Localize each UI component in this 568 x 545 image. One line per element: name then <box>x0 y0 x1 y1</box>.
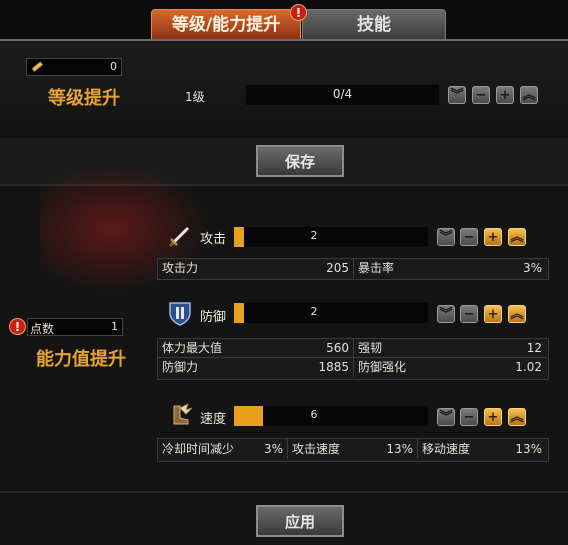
stat-cell: 防御强化 1.02 <box>354 358 546 377</box>
speed-plus-button[interactable]: + <box>484 408 502 426</box>
points-label: 点数 <box>30 322 55 336</box>
level-minus-button[interactable]: − <box>472 86 490 104</box>
attack-double-up-button[interactable]: ︽ <box>508 228 526 246</box>
defense-plus-button[interactable]: + <box>484 305 502 323</box>
tab-divider <box>0 39 568 41</box>
stat-value: 205 <box>326 261 349 275</box>
speed-double-up-button[interactable]: ︽ <box>508 408 526 426</box>
level-plus-button[interactable]: + <box>496 86 514 104</box>
level-up-title: 等级提升 <box>48 88 120 109</box>
stat-cell: 暴击率 3% <box>354 259 546 278</box>
defense-value: 2 <box>310 305 318 318</box>
tab-alert-icon: ! <box>290 4 307 21</box>
stat-label: 体力最大值 <box>162 341 223 355</box>
current-level: 1级 <box>185 90 205 104</box>
defense-double-down-button[interactable]: ︾ <box>437 305 455 323</box>
level-double-down-button[interactable]: ︾ <box>448 86 466 104</box>
ability-up-title: 能力值提升 <box>36 349 126 370</box>
points-alert-icon: ! <box>9 318 26 335</box>
points-counter: 点数 1 <box>27 318 123 336</box>
stat-label: 防御强化 <box>358 360 407 374</box>
bottom-divider <box>0 491 568 493</box>
attack-value: 2 <box>310 229 318 242</box>
save-button[interactable]: 保存 <box>256 145 344 177</box>
stat-value: 13% <box>386 442 413 456</box>
speed-bar: 6 <box>234 406 428 426</box>
attack-bar: 2 <box>234 227 428 247</box>
stat-label: 移动速度 <box>422 442 471 456</box>
speed-label: 速度 <box>200 412 227 427</box>
stat-cell: 体力最大值 560 <box>158 339 354 358</box>
stat-label: 攻击力 <box>162 261 199 275</box>
stat-value: 1.02 <box>515 360 542 374</box>
level-progress-text: 0/4 <box>332 87 353 101</box>
defense-bar: 2 <box>234 303 428 323</box>
stat-cell: 移动速度 13% <box>418 439 546 459</box>
defense-stats-grid: 体力最大值 560 强韧 12 防御力 1885 防御强化 1.02 <box>157 338 549 380</box>
stat-cell: 强韧 12 <box>354 339 546 358</box>
defense-minus-button[interactable]: − <box>460 305 478 323</box>
defense-label: 防御 <box>200 310 227 325</box>
stat-label: 暴击率 <box>358 261 395 275</box>
speed-value: 6 <box>310 408 318 421</box>
stat-value: 560 <box>326 341 349 355</box>
sword-icon <box>168 226 190 248</box>
level-double-up-button[interactable]: ︽ <box>520 86 538 104</box>
stat-value: 13% <box>515 442 542 456</box>
defense-double-up-button[interactable]: ︽ <box>508 305 526 323</box>
item-count: 0 <box>110 60 117 73</box>
tab-skill[interactable]: 技能 <box>302 9 446 40</box>
speed-minus-button[interactable]: − <box>460 408 478 426</box>
attack-plus-button[interactable]: + <box>484 228 502 246</box>
stat-label: 防御力 <box>162 360 199 374</box>
apply-button[interactable]: 应用 <box>256 505 344 537</box>
speed-stats-row: 冷却时间减少 3% 攻击速度 13% 移动速度 13% <box>157 438 549 462</box>
stat-label: 冷却时间减少 <box>162 442 235 456</box>
attack-label: 攻击 <box>200 232 227 247</box>
stat-label: 强韧 <box>358 341 383 355</box>
winged-boot-icon <box>173 403 193 425</box>
speed-double-down-button[interactable]: ︾ <box>437 408 455 426</box>
stat-value: 1885 <box>318 360 349 374</box>
attack-double-down-button[interactable]: ︾ <box>437 228 455 246</box>
stat-cell: 防御力 1885 <box>158 358 354 377</box>
points-value: 1 <box>111 320 118 333</box>
tab-level-ability[interactable]: 等级/能力提升 <box>151 9 301 40</box>
stat-value: 3% <box>522 261 542 275</box>
stat-cell: 攻击速度 13% <box>288 439 418 459</box>
stat-cell: 攻击力 205 <box>158 259 354 278</box>
attack-minus-button[interactable]: − <box>460 228 478 246</box>
stat-value: 12 <box>526 341 542 355</box>
item-counter: 0 <box>26 58 122 76</box>
stat-label: 攻击速度 <box>292 442 341 456</box>
stat-value: 3% <box>263 442 283 456</box>
attack-stats-row: 攻击力 205 暴击率 3% <box>157 258 549 280</box>
scroll-icon <box>31 61 43 72</box>
shield-icon <box>169 302 191 326</box>
stat-cell: 冷却时间减少 3% <box>158 439 288 459</box>
level-progress-bar: 0/4 <box>246 85 439 105</box>
